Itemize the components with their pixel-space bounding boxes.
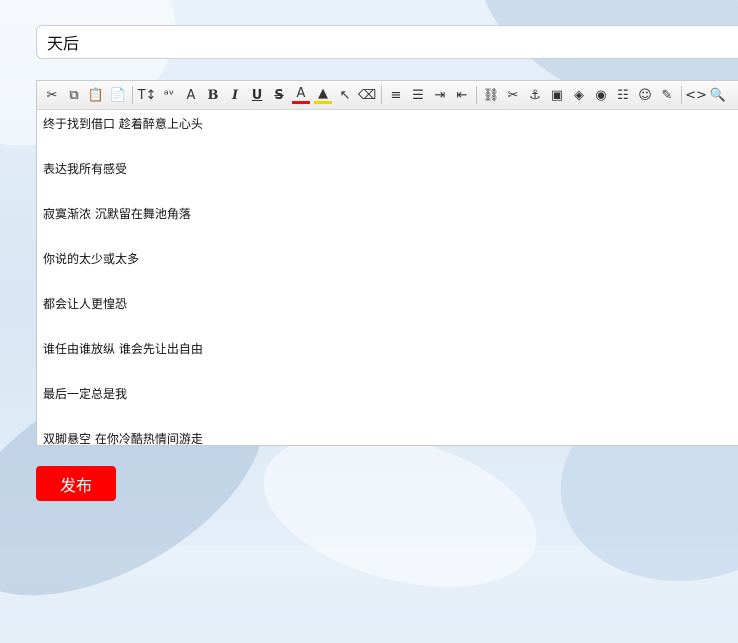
outdent-icon[interactable]: ⇤ [453, 86, 471, 104]
preview-icon[interactable]: 🔍 [709, 86, 727, 104]
paste-icon[interactable]: 📋 [87, 86, 105, 104]
italic-icon[interactable]: I [226, 86, 244, 104]
copy-icon[interactable]: ⧉ [65, 86, 83, 104]
background-color-icon[interactable]: ▲ [314, 87, 332, 104]
source-code-icon[interactable]: <> [685, 86, 707, 104]
toolbar-separator [381, 86, 382, 104]
editor-paragraph: 终于找到借口 趁着醉意上心头 [43, 117, 203, 131]
toolbar-separator [132, 86, 133, 104]
image-icon[interactable]: ▣ [548, 86, 566, 104]
spell-check-icon[interactable]: ᵃᵛ [160, 86, 178, 104]
anchor-icon[interactable]: ⚓ [526, 86, 544, 104]
cut-icon[interactable]: ✂ [43, 86, 61, 104]
media-icon[interactable]: ◉ [592, 86, 610, 104]
toolbar-separator [476, 86, 477, 104]
editor-paragraph: 谁任由谁放纵 谁会先让出自由 [43, 342, 203, 356]
editor-toolbar: ✂ ⧉ 📋 📄 T↕ ᵃᵛ A B I U S A ▲ ↖ ⌫ ≡ ☰ ⇥ ⇤ ⛓ ✂ ⚓ ▣ ◈ ◉ ☷ ☺ ✎ <> 🔍 [37, 81, 738, 110]
editor-paragraph: 表达我所有感受 [43, 162, 128, 176]
font-size-icon[interactable]: T↕ [138, 86, 157, 104]
rich-text-editor: ✂ ⧉ 📋 📄 T↕ ᵃᵛ A B I U S A ▲ ↖ ⌫ ≡ ☰ ⇥ ⇤ ⛓ ✂ ⚓ ▣ ◈ ◉ ☷ ☺ ✎ <> 🔍 终于找到借口… [36, 80, 738, 446]
editor-paragraph: 双脚悬空 在你冷酷热情间游走 [43, 432, 203, 445]
title-input[interactable] [36, 25, 738, 59]
strikethrough-icon[interactable]: S [270, 86, 288, 104]
edit-icon[interactable]: ✎ [658, 86, 676, 104]
font-color-icon[interactable]: A [292, 87, 310, 104]
editor-paragraph: 最后一定总是我 [43, 387, 128, 401]
paste-text-icon[interactable]: 📄 [109, 86, 127, 104]
editor-paragraph: 都会让人更惶恐 [43, 297, 128, 311]
unlink-icon[interactable]: ✂ [504, 86, 522, 104]
bold-icon[interactable]: B [204, 86, 222, 104]
editor-content[interactable]: 终于找到借口 趁着醉意上心头 表达我所有感受寂寞渐浓 沉默留在舞池角落 你说的太少或… [37, 110, 738, 445]
select-icon[interactable]: ↖ [336, 86, 354, 104]
list-icon[interactable]: ☰ [409, 86, 427, 104]
link-icon[interactable]: ⛓ [482, 86, 500, 104]
underline-icon[interactable]: U [248, 86, 266, 104]
horizontal-rule-icon[interactable]: ☷ [614, 86, 632, 104]
editor-paragraph: 你说的太少或太多 [43, 252, 140, 266]
align-icon[interactable]: ≡ [387, 86, 405, 104]
emoticon-icon[interactable]: ☺ [636, 86, 654, 104]
toolbar-separator [681, 86, 682, 104]
publish-button[interactable]: 发布 [36, 466, 116, 501]
indent-icon[interactable]: ⇥ [431, 86, 449, 104]
flash-icon[interactable]: ◈ [570, 86, 588, 104]
editor-paragraph: 寂寞渐浓 沉默留在舞池角落 [43, 207, 191, 221]
font-name-icon[interactable]: A [182, 86, 200, 104]
eraser-icon[interactable]: ⌫ [358, 86, 376, 104]
